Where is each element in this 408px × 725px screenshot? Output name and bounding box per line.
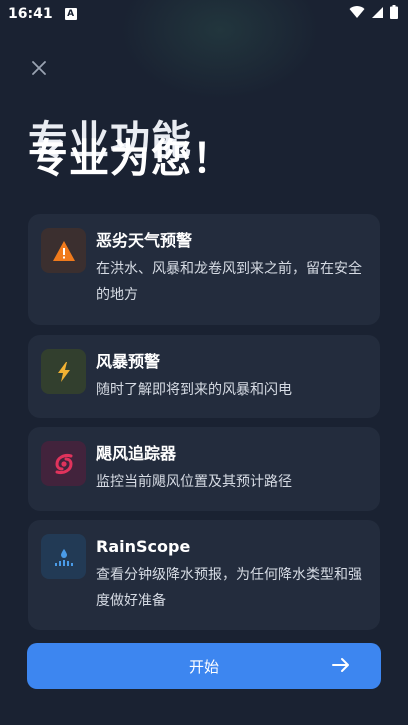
feature-desc: 在洪水、风暴和龙卷风到来之前，留在安全的地方: [96, 261, 362, 303]
rain-radar-icon: [41, 534, 86, 579]
hurricane-icon: [41, 441, 86, 486]
status-time: 16:41: [8, 6, 53, 22]
page-title: 专业功能 专业为您！: [28, 117, 233, 183]
feature-title: 飓风追踪器: [96, 444, 177, 463]
feature-title: 风暴预警: [96, 352, 161, 371]
feature-desc: 查看分钟级降水预报，为任何降水类型和强度做好准备: [96, 567, 362, 609]
close-icon: [32, 60, 46, 79]
start-button[interactable]: 开始: [27, 643, 381, 689]
feature-card-storm: 风暴预警 随时了解即将到来的风暴和闪电: [28, 335, 380, 418]
lightning-icon: [41, 349, 86, 394]
status-bar: 16:41 A: [0, 0, 408, 28]
feature-card-severe-weather: 恶劣天气预警 在洪水、风暴和龙卷风到来之前，留在安全的地方: [28, 214, 380, 325]
title-line-2: 专业为您！: [28, 136, 233, 182]
close-button[interactable]: [28, 58, 50, 80]
feature-title: 恶劣天气预警: [96, 231, 193, 250]
feature-card-rainscope: RainScope 查看分钟级降水预报，为任何降水类型和强度做好准备: [28, 520, 380, 630]
notification-a-icon: A: [64, 8, 77, 20]
wifi-icon: [349, 5, 365, 23]
feature-desc: 监控当前飓风位置及其预计路径: [96, 474, 292, 490]
feature-card-hurricane: 飓风追踪器 监控当前飓风位置及其预计路径: [28, 427, 380, 511]
start-button-label: 开始: [188, 657, 219, 676]
warning-icon: [41, 228, 86, 273]
battery-icon: [390, 5, 398, 23]
feature-title: RainScope: [96, 537, 191, 556]
signal-icon: [371, 6, 384, 23]
feature-desc: 随时了解即将到来的风暴和闪电: [96, 382, 292, 398]
arrow-right-icon: [331, 655, 351, 679]
